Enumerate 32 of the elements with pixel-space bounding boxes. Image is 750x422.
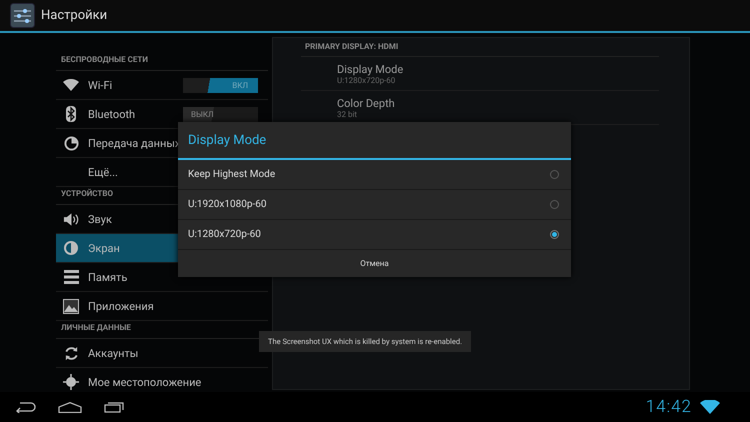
wifi-icon <box>63 79 79 91</box>
setting-title[interactable]: Display Mode <box>337 62 659 76</box>
clock: 14:42 <box>646 397 692 417</box>
settings-item[interactable]: Приложения <box>56 292 268 321</box>
cancel-button[interactable]: Отмена <box>178 250 571 277</box>
dialog-title: Display Mode <box>178 122 571 160</box>
option-item[interactable]: Keep Highest Mode <box>178 160 571 190</box>
toggle-switch[interactable]: ВЫКЛ <box>183 106 258 122</box>
bluetooth-icon <box>65 106 77 122</box>
section-header: PRIMARY DISPLAY: HDMI <box>301 40 659 57</box>
home-button[interactable] <box>58 402 82 412</box>
setting-summary: U:1280x720p-60 <box>337 76 396 84</box>
pie-chart-icon <box>64 136 78 150</box>
settings-app-icon[interactable] <box>10 3 35 28</box>
sync-icon <box>64 346 78 360</box>
radio-button[interactable] <box>550 230 559 239</box>
section-header: БЕСПРОВОДНЫЕ СЕТИ <box>56 53 268 71</box>
radio-button[interactable] <box>550 200 559 209</box>
setting-summary: 32 bit <box>337 110 358 118</box>
storage-icon <box>64 270 78 284</box>
location-icon <box>63 374 79 390</box>
settings-item[interactable]: Wi-Fi ВКЛ <box>56 71 268 100</box>
radio-button[interactable] <box>550 170 559 179</box>
option-item[interactable]: U:1920x1080p-60 <box>178 190 571 220</box>
wifi-icon <box>700 400 720 414</box>
recent-apps-button[interactable] <box>104 401 124 413</box>
setting-title[interactable]: Color Depth <box>337 96 659 110</box>
brightness-icon <box>63 240 79 256</box>
app-title: Настройки <box>41 8 108 23</box>
back-button[interactable] <box>14 401 36 413</box>
speaker-icon <box>63 212 79 226</box>
landscape-icon <box>63 298 79 314</box>
